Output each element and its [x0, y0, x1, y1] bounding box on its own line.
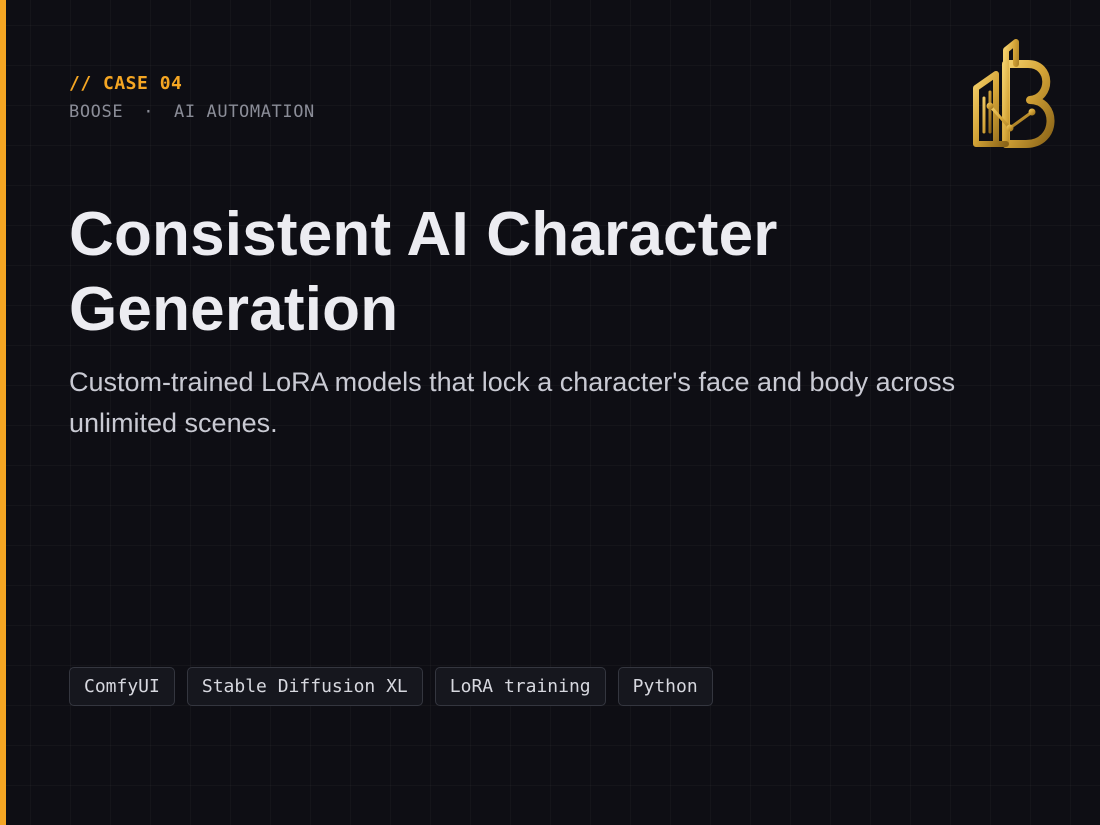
- case-category: AI AUTOMATION: [174, 102, 315, 122]
- company-name: BOOSE: [69, 102, 124, 122]
- meta-separator: ·: [143, 102, 155, 122]
- page-title: Consistent AI Character Generation: [69, 200, 778, 344]
- tag-lora-training: LoRA training: [434, 667, 606, 706]
- page-subtitle: Custom-trained LoRA models that lock a c…: [69, 367, 956, 438]
- case-number-label: // CASE 04: [69, 73, 183, 94]
- tech-tag-list: ComfyUI Stable Diffusion XL LoRA trainin…: [69, 667, 713, 706]
- building-b-logo-icon: [966, 36, 1066, 150]
- tag-python: Python: [617, 667, 713, 706]
- accent-bar: [0, 0, 6, 825]
- tag-comfyui: ComfyUI: [69, 667, 175, 706]
- case-meta: BOOSE · AI AUTOMATION: [69, 102, 315, 122]
- case-study-slide: // CASE 04 BOOSE · AI AUTOMATION Consist…: [0, 0, 1100, 825]
- tag-stable-diffusion-xl: Stable Diffusion XL: [186, 667, 423, 706]
